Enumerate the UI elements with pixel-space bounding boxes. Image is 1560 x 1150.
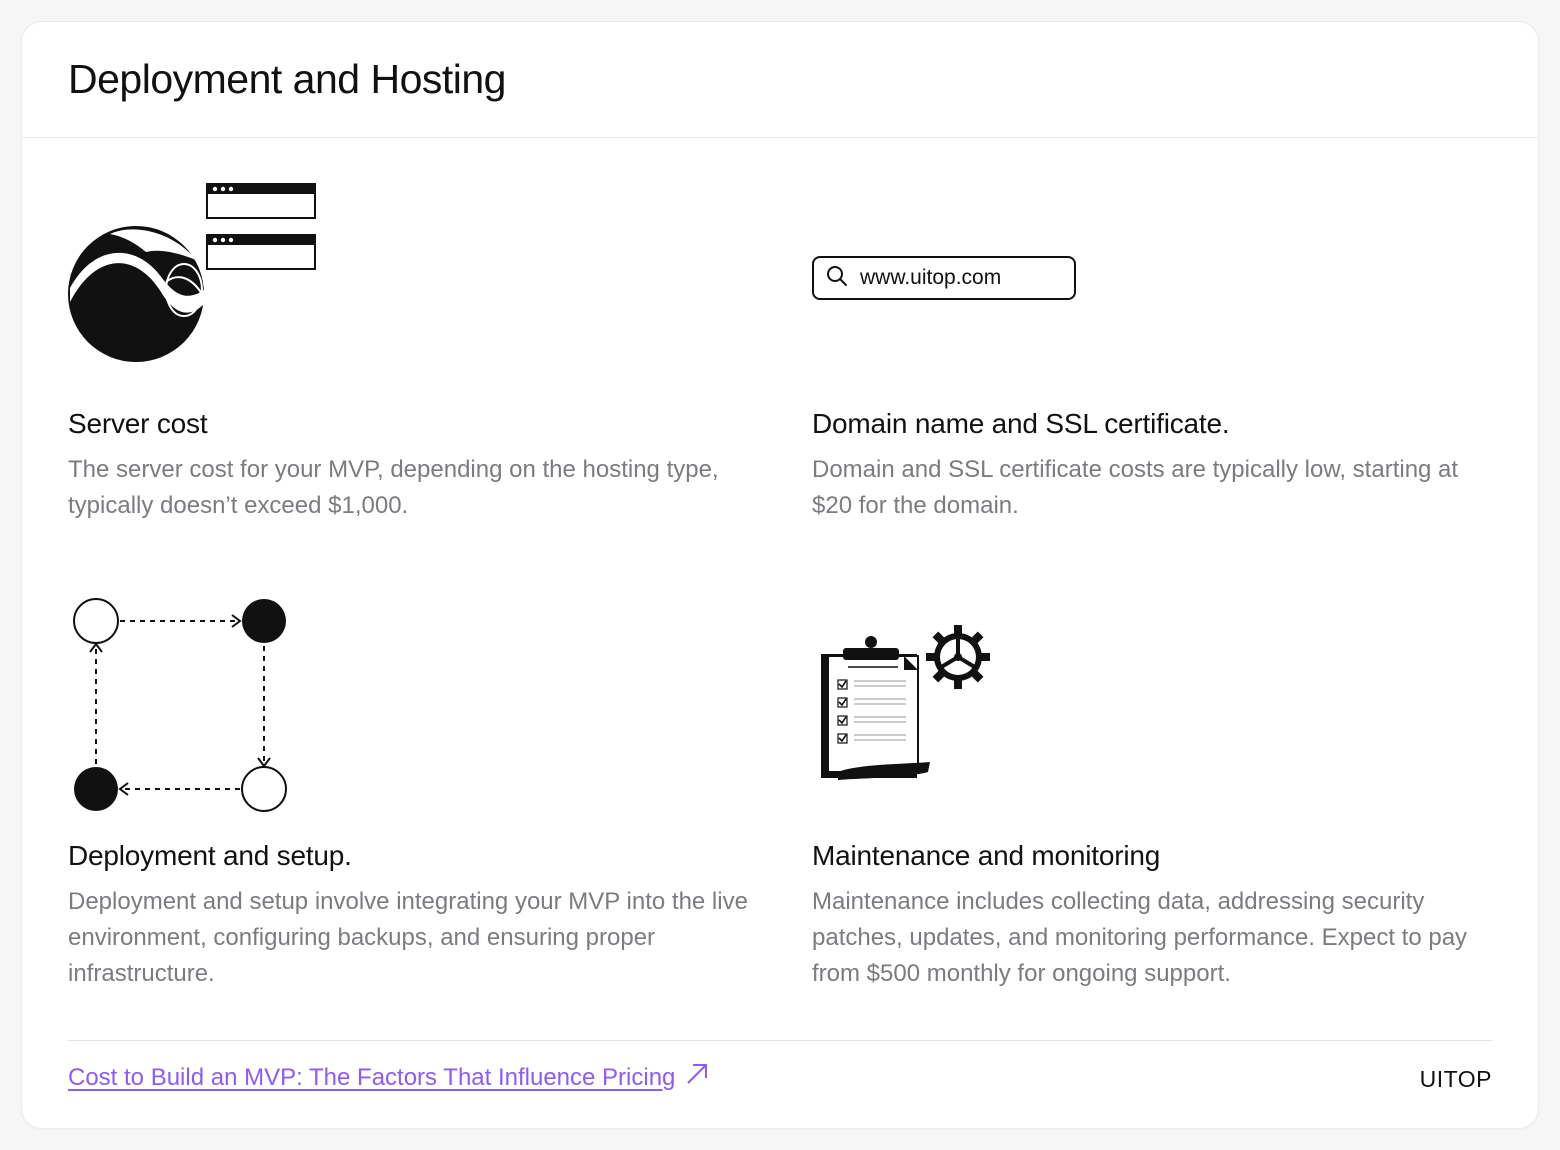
- card-title: Deployment and Hosting: [68, 56, 506, 102]
- item-heading-deployment-setup: Deployment and setup.: [68, 840, 352, 871]
- search-icon: [826, 265, 848, 292]
- item-desc-maintenance: Maintenance includes collecting data, ad…: [812, 888, 1468, 987]
- deployment-hosting-card: Deployment and Hosting Server cost The s…: [22, 22, 1538, 1128]
- article-link[interactable]: Cost to Build an MVP: The Factors That I…: [68, 1062, 709, 1093]
- item-heading-maintenance: Maintenance and monitoring: [812, 840, 1161, 871]
- brand-logo-text: UITOP: [1419, 1066, 1492, 1092]
- domain-search-field[interactable]: www.uitop.com: [812, 256, 1076, 300]
- server-globe-icon: [66, 182, 318, 371]
- article-link-text: Cost to Build an MVP: The Factors That I…: [68, 1063, 676, 1091]
- item-desc-deployment-setup: Deployment and setup involve integrating…: [68, 888, 748, 987]
- footer-divider: [68, 1040, 1492, 1041]
- deployment-cycle-icon: [72, 596, 292, 821]
- item-desc-domain-ssl: Domain and SSL certificate costs are typ…: [812, 456, 1459, 519]
- card-header: Deployment and Hosting: [22, 22, 1538, 138]
- search-value: www.uitop.com: [860, 266, 1002, 289]
- arrow-up-right-icon: [685, 1062, 709, 1093]
- clipboard-gear-icon: [818, 622, 1018, 792]
- item-heading-domain-ssl: Domain name and SSL certificate.: [812, 408, 1230, 439]
- item-heading-server-cost: Server cost: [68, 408, 208, 439]
- item-desc-server-cost: The server cost for your MVP, depending …: [68, 456, 719, 519]
